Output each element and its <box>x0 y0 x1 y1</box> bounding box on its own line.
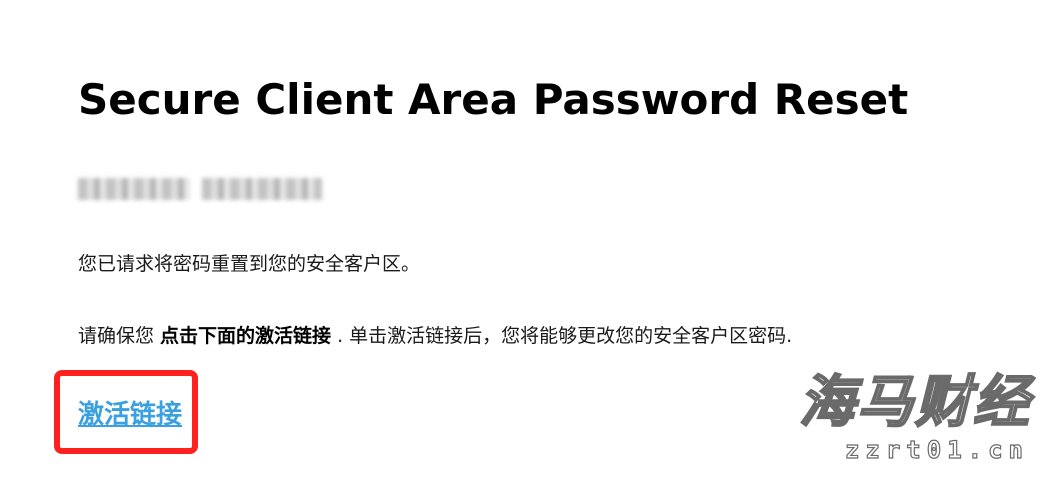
instruction-text-after: . 单击激活链接后，您将能够更改您的安全客户区密码. <box>331 325 793 347</box>
intro-paragraph: 您已请求将密码重置到您的安全客户区。 <box>78 253 421 275</box>
redacted-recipient-name <box>78 178 322 200</box>
watermark-url: zzrt01.cn <box>844 435 1029 464</box>
watermark: 海马财经 zzrt01.cn <box>789 370 1039 473</box>
redacted-block <box>78 178 190 200</box>
instruction-paragraph: 请确保您 点击下面的激活链接 . 单击激活链接后，您将能够更改您的安全客户区密码… <box>78 322 792 350</box>
instruction-text-before: 请确保您 <box>78 325 161 347</box>
instruction-bold-text: 点击下面的激活链接 <box>160 325 332 347</box>
watermark-brand: 海马财经 <box>798 370 1031 435</box>
redacted-block <box>202 178 322 200</box>
page-title: Secure Client Area Password Reset <box>78 75 909 124</box>
activation-link[interactable]: 激活链接 <box>78 398 182 432</box>
